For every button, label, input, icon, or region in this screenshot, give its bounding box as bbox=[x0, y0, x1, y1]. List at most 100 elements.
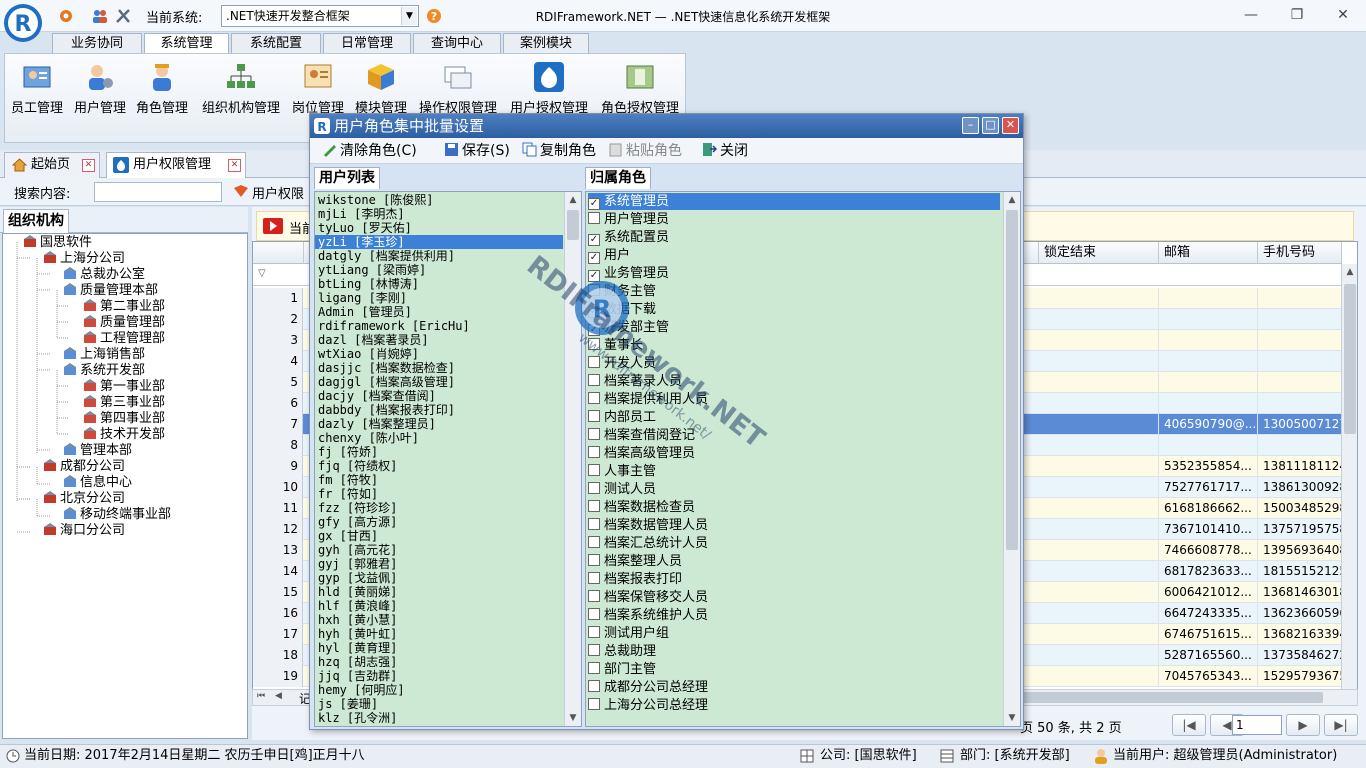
tree-node[interactable]: 总裁办公室 bbox=[63, 267, 145, 283]
clear-roles-button[interactable]: 清除角色(C) bbox=[322, 138, 417, 164]
role-item[interactable]: 档案数据检查员 bbox=[588, 499, 695, 516]
list-item[interactable]: wtXiao [肖婉婷] bbox=[318, 347, 419, 361]
tree-node[interactable]: 第一事业部 bbox=[83, 379, 165, 395]
tab-system-management[interactable]: 系统管理 bbox=[144, 33, 229, 54]
tree-node[interactable]: 第四事业部 bbox=[83, 411, 165, 427]
list-item[interactable]: ligang [李刚] bbox=[318, 291, 407, 305]
column-lock-end[interactable]: 锁定结束 bbox=[1039, 242, 1159, 264]
list-item[interactable]: btLing [林博涛] bbox=[318, 277, 419, 291]
tree-node[interactable]: 第二事业部 bbox=[83, 299, 165, 315]
checkbox[interactable] bbox=[588, 212, 600, 224]
list-item[interactable]: dacjy [档案查借阅] bbox=[318, 389, 436, 403]
user-list-tab[interactable]: 用户列表 bbox=[314, 167, 380, 189]
tree-node[interactable]: 信息中心 bbox=[63, 475, 132, 491]
tree-node[interactable]: 工程管理部 bbox=[83, 331, 165, 347]
role-item[interactable]: 档案系统维护人员 bbox=[588, 607, 708, 624]
role-item[interactable]: 档案高级管理员 bbox=[588, 445, 695, 462]
tab-system-config[interactable]: 系统配置 bbox=[231, 33, 321, 53]
restore-button[interactable]: ❐ bbox=[1274, 0, 1320, 30]
dialog-close-button[interactable]: ✕ bbox=[1002, 117, 1019, 134]
checkbox[interactable] bbox=[588, 392, 600, 404]
list-item[interactable]: tyLuo [罗天佑] bbox=[318, 221, 412, 235]
tree-node[interactable]: 质量管理部 bbox=[83, 315, 165, 331]
tree-node[interactable]: 海口分公司 bbox=[43, 523, 125, 539]
role-item[interactable]: 档案查借阅登记 bbox=[588, 427, 695, 444]
tree-node[interactable]: 北京分公司 bbox=[43, 491, 125, 507]
tree-node[interactable]: 质量管理本部 bbox=[63, 283, 158, 299]
grid-vertical-scrollbar[interactable]: ▲ ▼ bbox=[1341, 264, 1357, 702]
checkbox[interactable] bbox=[588, 698, 600, 710]
role-item[interactable]: 测试人员 bbox=[588, 481, 656, 498]
role-item[interactable]: ✓ 系统管理员 bbox=[588, 193, 1000, 210]
tab-start-page[interactable]: 起始页 ✕ bbox=[4, 152, 100, 178]
list-item[interactable]: mjLi [李明杰] bbox=[318, 207, 405, 221]
checkbox[interactable] bbox=[588, 482, 600, 494]
next-page-button[interactable]: ▶ bbox=[1286, 714, 1320, 736]
list-item[interactable]: hemy [何明应] bbox=[318, 683, 405, 697]
tree-node[interactable]: 系统开发部 bbox=[63, 363, 145, 379]
list-item[interactable]: fm [符牧] bbox=[318, 473, 378, 487]
tree-node[interactable]: 技术开发部 bbox=[83, 427, 165, 443]
list-item[interactable]: Admin [管理员] bbox=[318, 305, 412, 319]
last-page-button[interactable]: ▶| bbox=[1324, 714, 1358, 736]
minimize-button[interactable]: — bbox=[1228, 0, 1274, 30]
first-page-button[interactable]: |◀ bbox=[1172, 714, 1206, 736]
checkbox[interactable] bbox=[588, 662, 600, 674]
role-item[interactable]: 上海分公司总经理 bbox=[588, 697, 708, 714]
checkbox[interactable] bbox=[588, 590, 600, 602]
list-item[interactable]: chenxy [陈小叶] bbox=[318, 431, 419, 445]
tree-node[interactable]: 上海销售部 bbox=[63, 347, 145, 363]
list-item[interactable]: gyp [戈益佩] bbox=[318, 571, 397, 585]
list-item[interactable]: js [姜珊] bbox=[318, 697, 378, 711]
scroll-up-icon[interactable]: ▲ bbox=[565, 192, 581, 208]
role-item[interactable]: 档案报表打印 bbox=[588, 571, 682, 588]
employee-management-button[interactable]: 员工管理 bbox=[5, 57, 69, 117]
dialog-minimize-button[interactable]: – bbox=[962, 117, 979, 134]
list-item[interactable]: hld [黄丽娣] bbox=[318, 585, 397, 599]
tab-business[interactable]: 业务协同 bbox=[52, 33, 142, 53]
list-item[interactable]: fj [符娇] bbox=[318, 445, 378, 459]
list-item[interactable]: gfy [高方源] bbox=[318, 515, 397, 529]
scroll-first-icon[interactable]: ⏮ bbox=[257, 691, 265, 701]
page-input[interactable]: 1 bbox=[1232, 715, 1282, 735]
tree-node[interactable]: 第三事业部 bbox=[83, 395, 165, 411]
role-list[interactable]: ✓系统管理员用户管理员✓系统配置员✓用户✓业务管理员财务主管✓数据下载✓开发部主… bbox=[585, 191, 1021, 727]
checkbox[interactable] bbox=[588, 374, 600, 386]
list-item[interactable]: gyh [高元花] bbox=[318, 543, 397, 557]
roles-tab[interactable]: 归属角色 bbox=[585, 167, 651, 189]
user-authorization-button[interactable]: 用户授权管理 bbox=[505, 57, 593, 117]
scroll-up-icon[interactable]: ▲ bbox=[1004, 192, 1020, 208]
operation-permission-button[interactable]: 操作权限管理 bbox=[414, 57, 502, 117]
list-item[interactable]: jjq [吉劲群] bbox=[318, 669, 397, 683]
role-item[interactable]: 人事主管 bbox=[588, 463, 656, 480]
list-item[interactable]: klz [孔令洲] bbox=[318, 711, 397, 725]
tree-node[interactable]: 成都分公司 bbox=[43, 459, 125, 475]
list-item[interactable]: rdiframework [EricHu] bbox=[318, 319, 470, 333]
list-item[interactable]: hyl [黄育理] bbox=[318, 641, 397, 655]
list-item[interactable]: dazl [档案著录员] bbox=[318, 333, 429, 347]
role-item[interactable]: 用户管理员 bbox=[588, 211, 669, 228]
checkbox-checked[interactable]: ✓ bbox=[588, 198, 600, 210]
dialog-maximize-button[interactable]: □ bbox=[982, 117, 999, 134]
list-item[interactable]: dasjjc [档案数据检查] bbox=[318, 361, 455, 375]
scroll-left-icon[interactable]: ◀ bbox=[275, 691, 282, 701]
role-item[interactable]: 档案整理人员 bbox=[588, 553, 682, 570]
list-item[interactable]: dagjgl [档案高级管理] bbox=[318, 375, 455, 389]
checkbox[interactable] bbox=[588, 608, 600, 620]
checkbox[interactable] bbox=[588, 446, 600, 458]
copy-roles-button[interactable]: 复制角色 bbox=[522, 138, 596, 164]
hscroll-thumb[interactable] bbox=[1023, 692, 1323, 703]
checkbox[interactable] bbox=[588, 464, 600, 476]
tree-node[interactable]: 国思软件 bbox=[23, 235, 92, 251]
role-item[interactable]: ✓ 用户 bbox=[588, 247, 630, 264]
checkbox[interactable] bbox=[588, 644, 600, 656]
list-item[interactable]: hxh [黄小慧] bbox=[318, 613, 397, 627]
list-item[interactable]: gx [甘西] bbox=[318, 529, 378, 543]
scroll-up-icon[interactable]: ▲ bbox=[1342, 264, 1357, 280]
role-list-scrollbar[interactable]: ▲ ▼ bbox=[1003, 192, 1020, 726]
checkbox[interactable] bbox=[588, 518, 600, 530]
paste-roles-button[interactable]: 粘贴角色 bbox=[608, 138, 682, 164]
tree-node[interactable]: 管理本部 bbox=[63, 443, 132, 459]
list-item[interactable]: fr [符如] bbox=[318, 487, 378, 501]
scroll-thumb[interactable] bbox=[1006, 210, 1018, 550]
